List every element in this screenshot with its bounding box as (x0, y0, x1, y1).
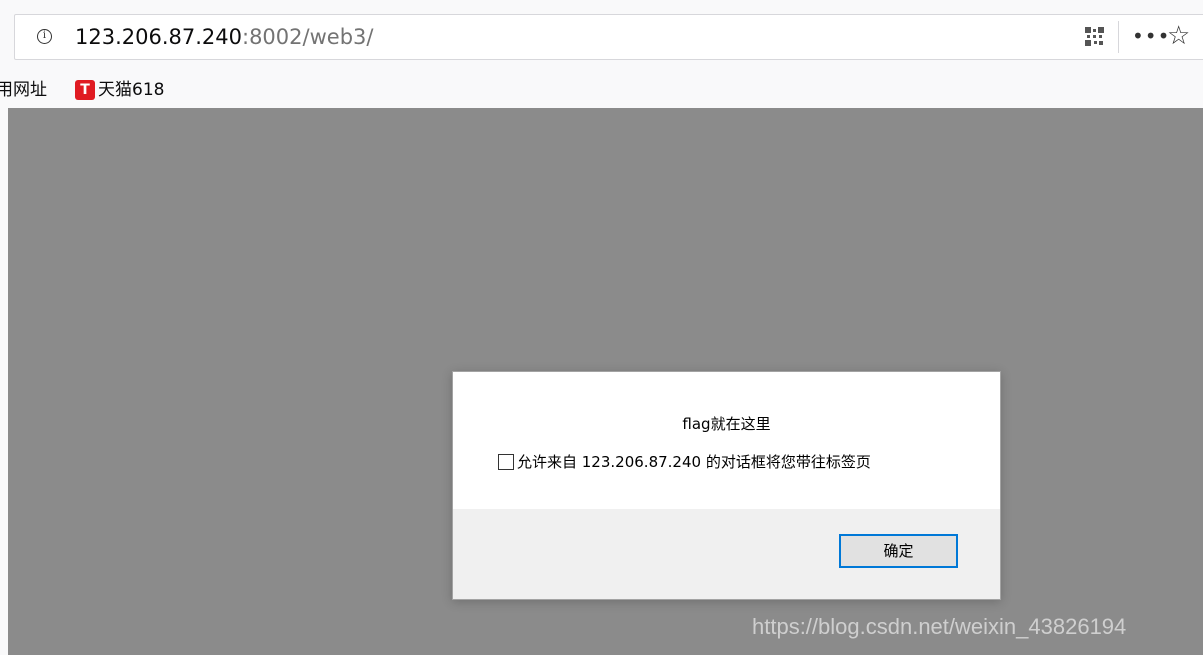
allow-dialogs-row[interactable]: 允许来自 123.206.87.240 的对话框将您带往标签页 (498, 451, 871, 473)
bookmark-item-url[interactable]: 用网址 (0, 78, 47, 102)
bookmarks-toolbar: 用网址 天猫618 (0, 75, 1203, 108)
info-circle-icon[interactable]: i (37, 29, 52, 44)
alert-dialog: flag就在这里 允许来自 123.206.87.240 的对话框将您带往标签页… (452, 371, 1001, 600)
dialog-message: flag就在这里 (682, 415, 771, 433)
ok-button[interactable]: 确定 (839, 534, 958, 568)
more-dots-icon[interactable]: ••• (1132, 24, 1170, 48)
watermark-text: https://blog.csdn.net/weixin_43826194 (752, 614, 1127, 639)
url-path: :8002/web3/ (242, 25, 374, 49)
url-bar[interactable]: i 123.206.87.240:8002/web3/ ••• ☆ (14, 14, 1203, 60)
url-host: 123.206.87.240 (75, 25, 242, 49)
navigation-toolbar: i 123.206.87.240:8002/web3/ ••• ☆ (0, 0, 1203, 75)
allow-dialogs-checkbox[interactable] (498, 453, 514, 470)
browser-window: i 123.206.87.240:8002/web3/ ••• ☆ 用网址 天猫… (0, 0, 1203, 655)
url-text[interactable]: 123.206.87.240:8002/web3/ (75, 24, 373, 50)
tmall-icon: T (75, 80, 95, 100)
url-bar-separator (1118, 21, 1119, 53)
bookmark-star-icon[interactable]: ☆ (1167, 21, 1190, 51)
allow-dialogs-label[interactable]: 允许来自 123.206.87.240 的对话框将您带往标签页 (517, 452, 871, 472)
dialog-body: flag就在这里 允许来自 123.206.87.240 的对话框将您带往标签页 (453, 372, 1000, 509)
qr-code-icon[interactable] (1085, 27, 1104, 46)
bookmark-item-tmall[interactable]: 天猫618 (98, 78, 164, 102)
